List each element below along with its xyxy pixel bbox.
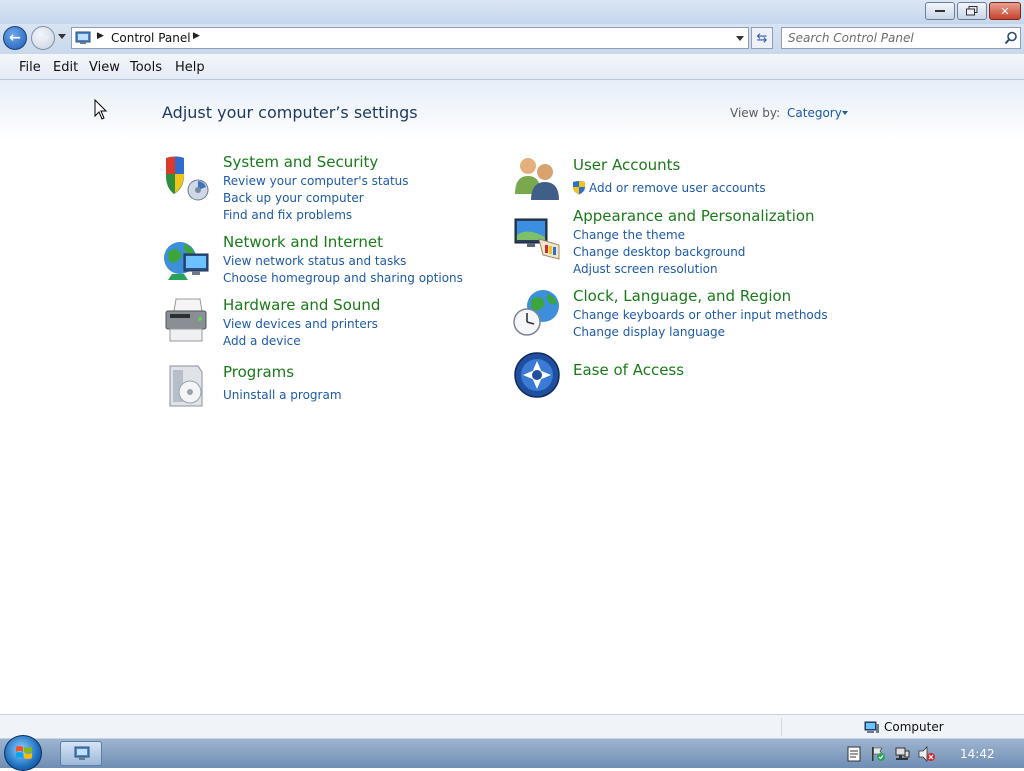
category-ease-of-access[interactable]: Ease of Access bbox=[573, 361, 684, 379]
category-network-and-internet[interactable]: Network and Internet bbox=[223, 233, 383, 251]
menu-help[interactable]: Help bbox=[175, 60, 205, 75]
forward-arrow-icon: → bbox=[37, 30, 49, 46]
close-button[interactable]: ✕ bbox=[989, 2, 1021, 20]
menu-edit[interactable]: Edit bbox=[53, 60, 78, 75]
link-devices-printers[interactable]: View devices and printers bbox=[223, 317, 378, 331]
network-icon[interactable] bbox=[894, 746, 910, 762]
search-box[interactable] bbox=[781, 27, 1021, 49]
restore-icon bbox=[958, 3, 986, 19]
link-find-fix-problems[interactable]: Find and fix problems bbox=[223, 208, 352, 222]
search-icon[interactable] bbox=[1004, 31, 1018, 45]
minimize-icon bbox=[926, 3, 954, 19]
action-center-flag-icon[interactable] bbox=[870, 746, 886, 762]
link-review-status[interactable]: Review your computer's status bbox=[223, 174, 409, 188]
back-arrow-icon: ← bbox=[9, 30, 21, 46]
printer-icon[interactable] bbox=[162, 297, 210, 345]
chevron-down-icon[interactable] bbox=[842, 111, 848, 115]
link-desktop-background[interactable]: Change desktop background bbox=[573, 245, 745, 259]
menu-bar: File Edit View Tools Help bbox=[0, 54, 1024, 80]
link-uninstall-program[interactable]: Uninstall a program bbox=[223, 388, 342, 402]
address-bar[interactable]: ▶ Control Panel ▶ bbox=[71, 27, 749, 49]
programs-icon[interactable] bbox=[162, 362, 210, 410]
breadcrumb-chevron-icon[interactable]: ▶ bbox=[97, 31, 104, 41]
system-tray bbox=[838, 739, 1024, 769]
category-clock-language-region[interactable]: Clock, Language, and Region bbox=[573, 287, 791, 305]
category-hardware-and-sound[interactable]: Hardware and Sound bbox=[223, 296, 380, 314]
status-divider bbox=[781, 718, 782, 736]
globe-network-icon[interactable] bbox=[162, 236, 210, 284]
link-change-theme[interactable]: Change the theme bbox=[573, 228, 685, 242]
link-network-status[interactable]: View network status and tasks bbox=[223, 254, 406, 268]
link-display-language[interactable]: Change display language bbox=[573, 325, 725, 339]
link-keyboards-input[interactable]: Change keyboards or other input methods bbox=[573, 308, 828, 322]
search-input[interactable] bbox=[788, 30, 998, 46]
monitor-palette-icon[interactable] bbox=[513, 215, 561, 263]
link-add-remove-accounts[interactable]: Add or remove user accounts bbox=[589, 181, 766, 195]
users-icon[interactable] bbox=[513, 154, 561, 202]
recent-pages-dropdown[interactable] bbox=[58, 34, 66, 39]
start-button[interactable] bbox=[4, 735, 42, 771]
restore-button[interactable] bbox=[957, 2, 987, 20]
breadcrumb-chevron-icon[interactable]: ▶ bbox=[193, 31, 200, 41]
windows-logo-icon bbox=[16, 746, 32, 759]
category-user-accounts[interactable]: User Accounts bbox=[573, 156, 680, 174]
control-panel-content: Adjust your computer’s settings View by:… bbox=[0, 80, 1024, 714]
clock-globe-icon[interactable] bbox=[513, 288, 561, 336]
title-bar: ✕ bbox=[0, 0, 1024, 24]
breadcrumb-control-panel[interactable]: Control Panel bbox=[111, 31, 191, 45]
close-icon: ✕ bbox=[1000, 4, 1010, 18]
computer-icon bbox=[864, 721, 879, 733]
back-button[interactable]: ← bbox=[3, 26, 27, 50]
status-text: Computer bbox=[884, 720, 944, 734]
uac-shield-icon bbox=[573, 181, 585, 195]
menu-view[interactable]: View bbox=[89, 60, 120, 75]
category-system-and-security[interactable]: System and Security bbox=[223, 153, 378, 171]
control-panel-icon bbox=[74, 746, 90, 760]
menu-file[interactable]: File bbox=[19, 60, 41, 75]
menu-tools[interactable]: Tools bbox=[130, 60, 162, 75]
category-programs[interactable]: Programs bbox=[223, 363, 294, 381]
category-appearance-personalization[interactable]: Appearance and Personalization bbox=[573, 207, 815, 225]
status-bar: Computer bbox=[0, 714, 1024, 738]
page-title: Adjust your computer’s settings bbox=[162, 103, 418, 122]
taskbar-control-panel-button[interactable] bbox=[60, 741, 102, 766]
address-history-dropdown[interactable] bbox=[736, 36, 744, 41]
notes-icon[interactable] bbox=[847, 746, 861, 762]
taskbar: 14:42 bbox=[0, 735, 1024, 771]
volume-muted-icon[interactable] bbox=[918, 746, 936, 762]
link-screen-resolution[interactable]: Adjust screen resolution bbox=[573, 262, 718, 276]
view-by-dropdown[interactable]: Category bbox=[787, 106, 842, 120]
refresh-icon: ⇆ bbox=[756, 30, 768, 46]
minimize-button[interactable] bbox=[925, 2, 955, 20]
mouse-cursor-icon bbox=[94, 99, 108, 120]
refresh-button[interactable]: ⇆ bbox=[751, 27, 773, 49]
link-back-up[interactable]: Back up your computer bbox=[223, 191, 364, 205]
view-by-label: View by: bbox=[730, 106, 781, 120]
link-add-device[interactable]: Add a device bbox=[223, 334, 301, 348]
taskbar-clock[interactable]: 14:42 bbox=[960, 747, 995, 761]
ease-of-access-icon[interactable] bbox=[513, 351, 561, 399]
control-panel-icon bbox=[75, 31, 91, 44]
forward-button[interactable]: → bbox=[31, 26, 55, 50]
shield-icon[interactable] bbox=[162, 154, 210, 202]
link-homegroup-sharing[interactable]: Choose homegroup and sharing options bbox=[223, 271, 463, 285]
